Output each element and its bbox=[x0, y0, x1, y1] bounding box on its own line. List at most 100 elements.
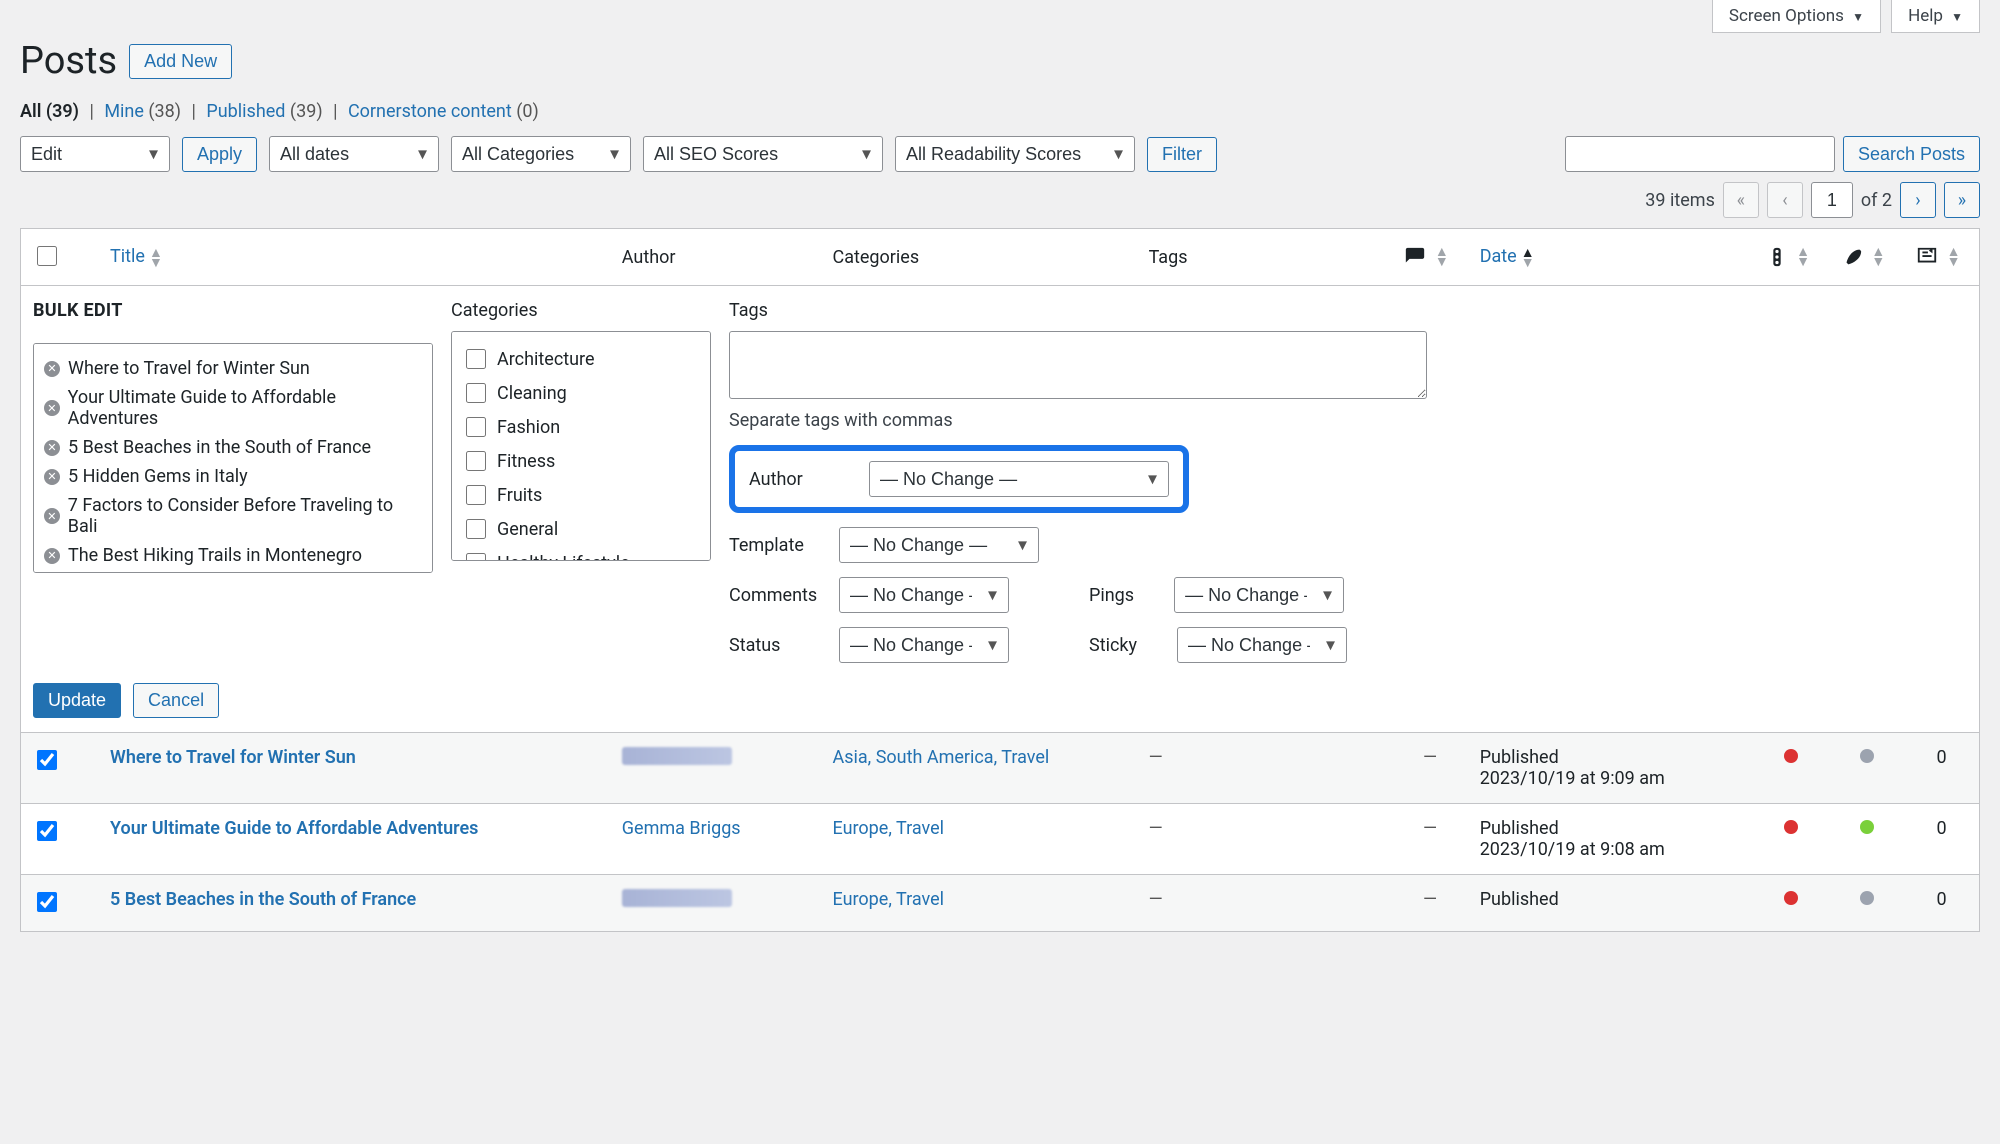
view-cornerstone[interactable]: Cornerstone content (0) bbox=[348, 101, 539, 122]
bulk-post-list: ✕Where to Travel for Winter Sun✕Your Ult… bbox=[33, 343, 433, 573]
category-checkbox[interactable] bbox=[466, 383, 486, 403]
author-select[interactable]: — No Change — bbox=[869, 461, 1169, 497]
row-checkbox[interactable] bbox=[37, 821, 57, 841]
row-checkbox[interactable] bbox=[37, 750, 57, 770]
category-option[interactable]: General bbox=[462, 512, 700, 546]
post-title-link[interactable]: 5 Best Beaches in the South of France bbox=[110, 889, 416, 910]
prev-page-button[interactable]: ‹ bbox=[1767, 182, 1803, 218]
seo-filter-select[interactable]: All SEO Scores bbox=[643, 136, 883, 172]
row-checkbox[interactable] bbox=[37, 892, 57, 912]
category-label: Fruits bbox=[497, 485, 542, 506]
update-button[interactable]: Update bbox=[33, 683, 121, 718]
author-label: Author bbox=[749, 469, 839, 490]
bulk-post-title: Your Ultimate Guide to Affordable Advent… bbox=[68, 387, 422, 429]
filter-button[interactable]: Filter bbox=[1147, 137, 1217, 172]
category-checkbox[interactable] bbox=[466, 451, 486, 471]
category-label: Fitness bbox=[497, 451, 555, 472]
col-title[interactable]: Title▲▼ bbox=[98, 229, 610, 286]
category-links[interactable]: Europe, Travel bbox=[832, 889, 944, 910]
tags-empty: — bbox=[1149, 889, 1163, 910]
post-title-link[interactable]: Your Ultimate Guide to Affordable Advent… bbox=[110, 818, 478, 839]
category-links[interactable]: Asia, South America, Travel bbox=[832, 747, 1049, 768]
status-select[interactable]: — No Change — bbox=[839, 627, 1009, 663]
table-row: Your Ultimate Guide to Affordable Advent… bbox=[21, 804, 1980, 875]
remove-icon[interactable]: ✕ bbox=[44, 508, 60, 524]
traffic-light-icon bbox=[1766, 246, 1788, 268]
remove-icon[interactable]: ✕ bbox=[44, 361, 60, 377]
category-checkbox[interactable] bbox=[466, 553, 486, 561]
category-filter-select[interactable]: All Categories bbox=[451, 136, 631, 172]
col-links[interactable]: ▲▼ bbox=[1904, 229, 1979, 286]
view-mine[interactable]: Mine (38) bbox=[104, 101, 181, 122]
screen-options-toggle[interactable]: Screen Options ▼ bbox=[1712, 0, 1881, 33]
view-all[interactable]: All (39) bbox=[20, 101, 79, 122]
category-label: Cleaning bbox=[497, 383, 567, 404]
add-new-button[interactable]: Add New bbox=[129, 44, 232, 79]
comments-empty: — bbox=[1423, 889, 1437, 910]
category-label: Fashion bbox=[497, 417, 560, 438]
seo-score-dot bbox=[1784, 820, 1798, 834]
date-filter-select[interactable]: All dates bbox=[269, 136, 439, 172]
select-all-checkbox[interactable] bbox=[37, 246, 57, 266]
remove-icon[interactable]: ✕ bbox=[44, 440, 60, 456]
post-date: 2023/10/19 at 9:09 am bbox=[1480, 768, 1742, 789]
category-option[interactable]: Architecture bbox=[462, 342, 700, 376]
search-button[interactable]: Search Posts bbox=[1843, 136, 1980, 172]
post-status: Published bbox=[1480, 889, 1742, 910]
col-comments[interactable]: ▲▼ bbox=[1392, 229, 1467, 286]
category-checkbox[interactable] bbox=[466, 417, 486, 437]
readability-filter-select[interactable]: All Readability Scores bbox=[895, 136, 1135, 172]
col-categories[interactable]: Categories bbox=[820, 229, 1136, 286]
category-option[interactable]: Fruits bbox=[462, 478, 700, 512]
bulk-post-item: ✕The Best Hiking Trails in Montenegro bbox=[44, 541, 422, 570]
category-label: Architecture bbox=[497, 349, 595, 370]
page-title: Posts bbox=[20, 39, 117, 83]
category-checkbox[interactable] bbox=[466, 485, 486, 505]
search-input[interactable] bbox=[1565, 136, 1835, 172]
category-option[interactable]: Cleaning bbox=[462, 376, 700, 410]
cancel-button[interactable]: Cancel bbox=[133, 683, 219, 718]
template-label: Template bbox=[729, 535, 819, 556]
apply-button[interactable]: Apply bbox=[182, 137, 257, 172]
post-status: Published bbox=[1480, 747, 1742, 768]
category-label: Healthy Lifestyle bbox=[497, 553, 630, 562]
comment-icon bbox=[1404, 246, 1426, 268]
bulk-action-select[interactable]: Edit bbox=[20, 136, 170, 172]
author-link[interactable]: Gemma Briggs bbox=[622, 818, 741, 839]
first-page-button[interactable]: « bbox=[1723, 182, 1759, 218]
post-title-link[interactable]: Where to Travel for Winter Sun bbox=[110, 747, 356, 768]
table-row: Where to Travel for Winter SunxxxxAsia, … bbox=[21, 733, 1980, 804]
post-status: Published bbox=[1480, 818, 1742, 839]
category-option[interactable]: Fashion bbox=[462, 410, 700, 444]
link-count: 0 bbox=[1937, 818, 1947, 839]
bulk-tags-input[interactable] bbox=[729, 331, 1427, 399]
bulk-post-title: 7 Factors to Consider Before Traveling t… bbox=[68, 495, 422, 537]
category-checkbox[interactable] bbox=[466, 519, 486, 539]
col-author[interactable]: Author bbox=[610, 229, 821, 286]
remove-icon[interactable]: ✕ bbox=[44, 400, 60, 416]
readability-score-dot bbox=[1860, 820, 1874, 834]
help-toggle[interactable]: Help ▼ bbox=[1891, 0, 1980, 33]
sticky-select[interactable]: — No Change — bbox=[1177, 627, 1347, 663]
col-seo[interactable]: ▲▼ bbox=[1754, 229, 1829, 286]
remove-icon[interactable]: ✕ bbox=[44, 548, 60, 564]
comments-empty: — bbox=[1423, 818, 1437, 839]
comments-select[interactable]: — No Change — bbox=[839, 577, 1009, 613]
col-readability[interactable]: ▲▼ bbox=[1829, 229, 1904, 286]
category-checkbox[interactable] bbox=[466, 349, 486, 369]
template-select[interactable]: — No Change — bbox=[839, 527, 1039, 563]
pings-select[interactable]: — No Change — bbox=[1174, 577, 1344, 613]
col-tags[interactable]: Tags bbox=[1137, 229, 1393, 286]
category-links[interactable]: Europe, Travel bbox=[832, 818, 944, 839]
current-page-input[interactable] bbox=[1811, 182, 1853, 218]
col-date[interactable]: Date▲▼ bbox=[1468, 229, 1754, 286]
category-option[interactable]: Fitness bbox=[462, 444, 700, 478]
view-published[interactable]: Published (39) bbox=[206, 101, 322, 122]
bulk-tags-hint: Separate tags with commas bbox=[729, 410, 1427, 431]
next-page-button[interactable]: › bbox=[1900, 182, 1936, 218]
last-page-button[interactable]: » bbox=[1944, 182, 1980, 218]
remove-icon[interactable]: ✕ bbox=[44, 469, 60, 485]
category-option[interactable]: Healthy Lifestyle bbox=[462, 546, 700, 561]
seo-score-dot bbox=[1784, 749, 1798, 763]
bulk-post-item: ✕Where to Travel for Winter Sun bbox=[44, 354, 422, 383]
